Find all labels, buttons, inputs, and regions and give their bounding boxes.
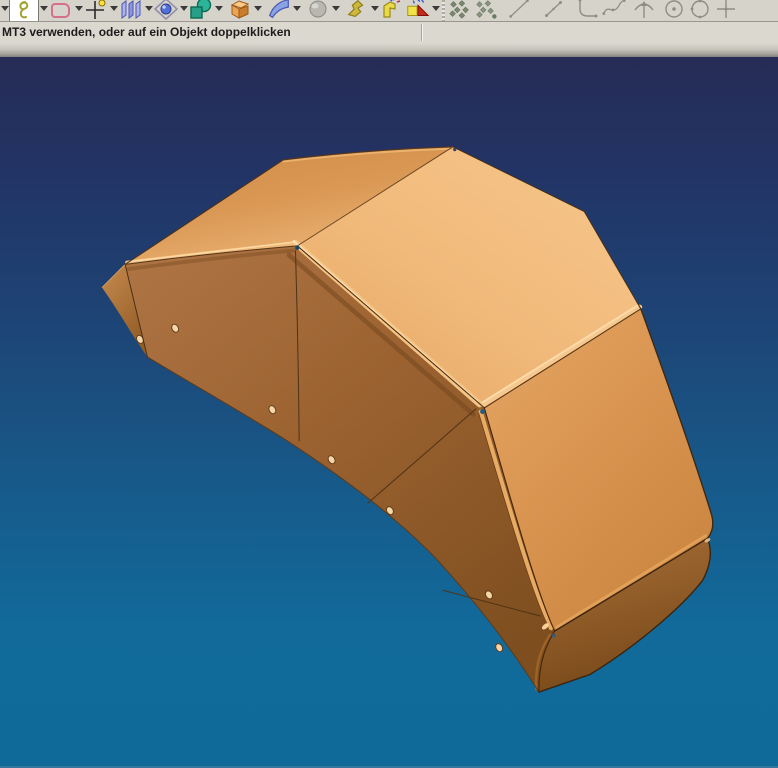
dropdown-arrow-icon[interactable] xyxy=(214,0,223,21)
overflow-dropdown-icon[interactable] xyxy=(0,0,9,21)
toolbar-separator xyxy=(442,0,445,21)
dock-strip xyxy=(0,43,778,57)
circle-tool-icon[interactable] xyxy=(687,0,713,21)
dropdown-arrow-icon[interactable] xyxy=(144,0,153,21)
sweep-surface-tool-button[interactable] xyxy=(266,0,292,21)
3d-model-part[interactable] xyxy=(0,57,778,768)
dropdown-arrow-icon[interactable] xyxy=(370,0,379,21)
line-tool-icon[interactable] xyxy=(507,0,533,21)
viewport-3d[interactable] xyxy=(0,57,778,768)
prompt-bar: MT3 verwenden, oder auf ein Objekt doppe… xyxy=(0,21,778,43)
toolbar xyxy=(0,0,778,21)
thick-surface-tool-button[interactable] xyxy=(379,0,405,21)
dropdown-arrow-icon[interactable] xyxy=(109,0,118,21)
cad-application-window: MT3 verwenden, oder auf ein Objekt doppe… xyxy=(0,0,778,768)
dropdown-arrow-icon[interactable] xyxy=(74,0,83,21)
normal-direction-tool-icon[interactable] xyxy=(631,0,657,21)
active-spline-tool-button[interactable] xyxy=(9,0,39,21)
axis-plus-tool-icon[interactable] xyxy=(713,0,739,21)
boolean-operation-tool-button[interactable] xyxy=(188,0,214,21)
loft-surface-tool-button[interactable] xyxy=(118,0,144,21)
sphere-tool-icon[interactable] xyxy=(305,0,331,21)
prompt-bar-divider xyxy=(421,24,422,41)
block-tool-button[interactable] xyxy=(227,0,253,21)
point-tool-button[interactable] xyxy=(83,0,109,21)
dropdown-arrow-icon[interactable] xyxy=(179,0,188,21)
dropdown-arrow-icon[interactable] xyxy=(331,0,340,21)
dropdown-arrow-icon[interactable] xyxy=(39,0,48,21)
dropdown-arrow-icon[interactable] xyxy=(292,0,301,21)
dropdown-arrow-icon[interactable] xyxy=(431,0,440,21)
line-segment-tool-icon[interactable] xyxy=(541,0,567,21)
profile-tool-button[interactable] xyxy=(48,0,74,21)
dropdown-arrow-icon[interactable] xyxy=(253,0,262,21)
prompt-message: MT3 verwenden, oder auf ein Objekt doppe… xyxy=(2,25,291,39)
healing-tool-button[interactable] xyxy=(344,0,370,21)
center-circle-tool-icon[interactable] xyxy=(661,0,687,21)
corner-tool-icon[interactable] xyxy=(575,0,601,21)
point-cloud-tool-icon[interactable] xyxy=(447,0,473,21)
volumes-tool-button[interactable] xyxy=(153,0,179,21)
split-tool-button[interactable] xyxy=(405,0,431,21)
point-cloud-dot-tool-icon[interactable] xyxy=(473,0,499,21)
spline-curve-tool-icon[interactable] xyxy=(601,0,627,21)
